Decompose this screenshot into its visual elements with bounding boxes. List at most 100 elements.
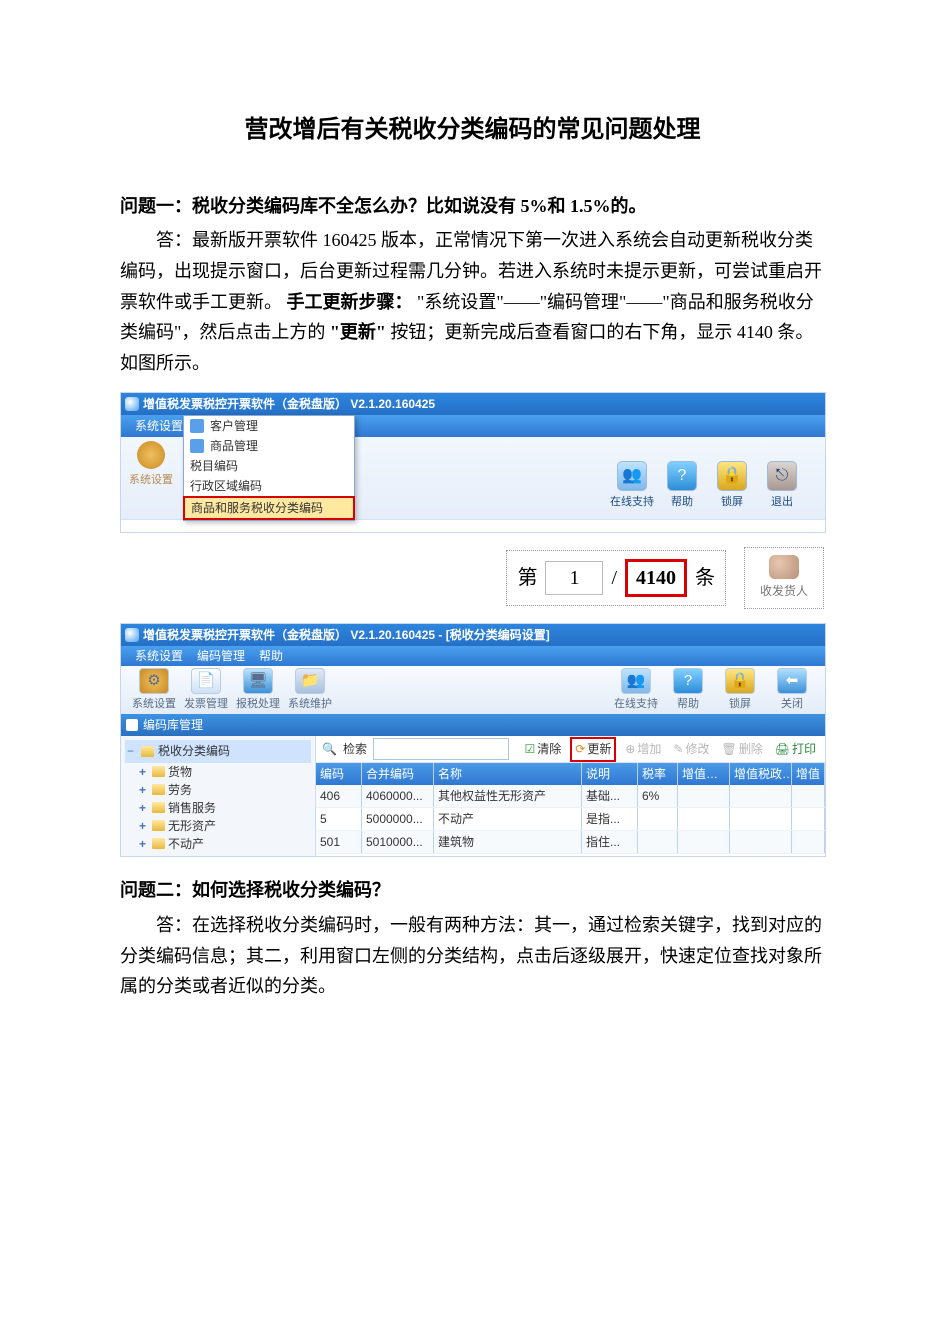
page-label: 第 [517,561,537,595]
cell [792,831,825,853]
th-vattax[interactable]: 增值税政… [730,763,792,785]
page-separator: / [611,561,617,595]
current-page-input[interactable]: 1 [545,561,603,595]
search-toolbar: 🔍 检索 ☑清除 ⟳更新 ⊕增加 ✎修改 🗑删除 🖨打印 [316,736,825,763]
tree-item-goods[interactable]: +货物 [125,763,311,781]
delete-button: 🗑删除 [719,739,766,759]
folder-icon [152,820,165,831]
cell [678,785,730,807]
people-icon [190,419,204,433]
th-name[interactable]: 名称 [434,763,582,785]
tree-item-realestate[interactable]: +不动产 [125,835,311,853]
cell: 其他权益性无形资产 [434,785,582,807]
system-settings-button[interactable]: 系统设置 [129,435,173,490]
update-button[interactable]: ⟳更新 [570,737,616,761]
online-support-button[interactable]: 👥在线支持 [613,668,659,714]
th-last[interactable]: 增值 [792,763,825,785]
cell: 6% [638,785,678,807]
dropdown-tax-item-code[interactable]: 税目编码 [184,456,354,476]
tree-item-intangible[interactable]: +无形资产 [125,817,311,835]
question-1-heading: 问题一：税收分类编码库不全怎么办？比如说没有 5%和 1.5%的。 [120,191,825,222]
exit-button[interactable]: ⎋ 退出 [759,461,805,512]
lock-screen-button[interactable]: 🔒 锁屏 [709,461,755,512]
cell: 5 [316,808,362,830]
th-rate[interactable]: 税率 [638,763,678,785]
cell: 是指... [582,808,638,830]
online-support-button[interactable]: 👥 在线支持 [609,461,655,512]
dropdown-item-label: 客户管理 [210,416,258,436]
help-button[interactable]: ?帮助 [665,668,711,714]
dropdown-item-label: 商品和服务税收分类编码 [191,498,323,518]
cell [730,808,792,830]
screenshot-tax-code-window: 增值税发票税控开票软件（金税盘版） V2.1.20.160425 - [税收分类… [120,623,826,857]
collapse-icon[interactable]: − [127,741,137,761]
page-counter: 第 1 / 4140 条 [506,550,726,606]
cell: 501 [316,831,362,853]
toolbar-label: 关闭 [769,695,815,714]
th-code[interactable]: 编码 [316,763,362,785]
tree-item-labor[interactable]: +劳务 [125,781,311,799]
toolbar-label: 在线支持 [609,493,655,512]
expand-icon[interactable]: + [139,834,149,854]
help-button[interactable]: ? 帮助 [659,461,705,512]
cell: 4060000... [362,785,434,807]
close-button[interactable]: ⬅关闭 [769,668,815,714]
action-label: 删除 [739,739,763,759]
th-vat[interactable]: 增值… [678,763,730,785]
system-settings-label: 系统设置 [129,471,173,490]
tree-root[interactable]: − 税收分类编码 [125,740,311,762]
cell: 指住... [582,831,638,853]
clear-button[interactable]: ☑清除 [521,739,564,759]
menubar-2: 系统设置 编码管理 帮助 [121,646,825,666]
q1-bold-update: "更新" [330,322,386,342]
cell [792,808,825,830]
cell: 5000000... [362,808,434,830]
cell [678,808,730,830]
tree-item-service[interactable]: +销售服务 [125,799,311,817]
folder-icon [152,784,165,795]
lock-screen-button[interactable]: 🔒锁屏 [717,668,763,714]
system-settings-button[interactable]: ⚙系统设置 [131,668,177,714]
th-desc[interactable]: 说明 [582,763,638,785]
menu-system-settings[interactable]: 系统设置 [135,416,183,436]
table-row[interactable]: 406 4060000... 其他权益性无形资产 基础... 6% [316,785,825,808]
question-2-answer: 答：在选择税收分类编码时，一般有两种方法：其一，通过检索关键字，找到对应的分类编… [120,910,825,1002]
panel-title-code-library: 编码库管理 [121,714,825,736]
window-title: 增值税发票税控开票软件（金税盘版） V2.1.20.160425 [121,393,825,415]
lock-icon: 🔒 [717,461,747,491]
invoice-mgmt-button[interactable]: 📄发票管理 [183,668,229,714]
dropdown-region-code[interactable]: 行政区域编码 [184,476,354,496]
consignor-box[interactable]: 收发货人 [744,547,824,609]
dropdown-goods-service-tax-code[interactable]: 商品和服务税收分类编码 [183,496,355,520]
menu-system-settings[interactable]: 系统设置 [135,646,183,666]
system-maintain-button[interactable]: 📁系统维护 [287,668,333,714]
table-row[interactable]: 5 5000000... 不动产 是指... [316,808,825,831]
print-button[interactable]: 🖨打印 [772,739,819,759]
cell: 5010000... [362,831,434,853]
table-header: 编码 合并编码 名称 说明 税率 增值… 增值税政… 增值 [316,763,825,785]
pagination-fragment: 第 1 / 4140 条 收发货人 [120,547,824,609]
menu-help[interactable]: 帮助 [259,646,283,666]
cell [792,785,825,807]
folder-icon [152,838,165,849]
gear-icon: ⚙ [139,668,169,694]
dropdown-goods-mgmt[interactable]: 商品管理 [184,436,354,456]
cell [730,785,792,807]
th-merge[interactable]: 合并编码 [362,763,434,785]
dropdown-customer-mgmt[interactable]: 客户管理 [184,416,354,436]
dropdown-item-label: 行政区域编码 [190,476,262,496]
gear-icon [137,441,165,469]
cell [730,831,792,853]
lock-icon: 🔒 [725,668,755,694]
cell: 建筑物 [434,831,582,853]
cell: 不动产 [434,808,582,830]
tax-report-button[interactable]: 🖥报税处理 [235,668,281,714]
table-row[interactable]: 501 5010000... 建筑物 指住... [316,831,825,854]
tax-code-table: 编码 合并编码 名称 说明 税率 增值… 增值税政… 增值 406 406000… [316,763,825,856]
action-label: 清除 [537,739,561,759]
people-icon [769,555,799,579]
search-input[interactable] [373,738,509,760]
menu-code-management[interactable]: 编码管理 [197,646,245,666]
toolbar-label: 系统维护 [287,695,333,714]
toolbar-label: 帮助 [665,695,711,714]
